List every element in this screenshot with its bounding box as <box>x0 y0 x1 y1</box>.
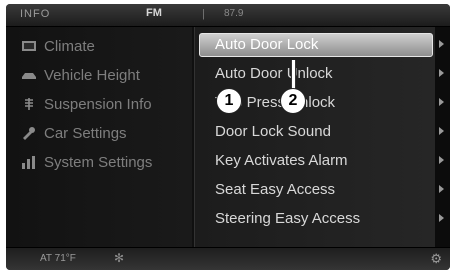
left-menu-item-climate[interactable]: Climate <box>20 35 95 57</box>
left-menu-item-label: Suspension Info <box>44 95 152 113</box>
chevron-right-icon[interactable] <box>439 69 444 77</box>
right-menu-item-label: Auto Door Lock <box>215 35 319 53</box>
right-menu: Auto Door Lock Auto Door Unlock Two Pres… <box>194 27 435 247</box>
left-menu-item-label: System Settings <box>44 153 153 171</box>
right-menu-item-auto-door-lock[interactable]: Auto Door Lock <box>215 32 318 56</box>
gear-icon[interactable]: ⚙ <box>430 251 442 267</box>
left-menu-item-system-settings[interactable]: System Settings <box>20 151 152 173</box>
left-menu-item-car-settings[interactable]: Car Settings <box>20 122 127 144</box>
status-bar: INFO FM | 87.9 <box>6 4 450 27</box>
bottom-status-bar: AT 71°F ✻ ⚙ <box>6 247 450 270</box>
chevron-right-icon[interactable] <box>439 40 444 48</box>
left-menu-item-label: Car Settings <box>44 124 127 142</box>
screen-bezel: INFO FM | 87.9 Climate Vehicle Height Su… <box>6 4 450 270</box>
radio-source-label: FM <box>146 7 162 19</box>
status-separator: | <box>202 8 205 20</box>
left-menu-item-label: Climate <box>44 37 95 55</box>
right-menu-item-label: Seat Easy Access <box>215 180 336 198</box>
left-menu-item-label: Vehicle Height <box>44 66 140 84</box>
climate-icon <box>20 39 38 53</box>
car-settings-icon <box>20 126 38 140</box>
left-menu-item-suspension-info[interactable]: Suspension Info <box>20 93 152 115</box>
chevron-right-icon[interactable] <box>439 127 444 135</box>
chevron-right-icon[interactable] <box>439 185 444 193</box>
submenu-arrow-column <box>435 27 450 247</box>
outside-temperature: AT 71°F <box>40 253 76 264</box>
right-menu-item-label: Steering Easy Access <box>215 209 361 227</box>
radio-frequency-label: 87.9 <box>224 8 244 19</box>
chevron-right-icon[interactable] <box>439 98 444 106</box>
right-menu-item-steering-easy-access[interactable]: Steering Easy Access <box>215 206 360 230</box>
suspension-icon <box>20 97 38 111</box>
right-menu-item-auto-door-unlock[interactable]: Auto Door Unlock <box>215 61 333 85</box>
info-label: INFO <box>20 8 51 20</box>
right-menu-item-label: Auto Door Unlock <box>215 64 333 82</box>
system-settings-icon <box>20 155 38 169</box>
left-menu: Climate Vehicle Height Suspension Info C… <box>6 27 192 247</box>
right-menu-item-seat-easy-access[interactable]: Seat Easy Access <box>215 177 335 201</box>
left-menu-item-vehicle-height[interactable]: Vehicle Height <box>20 64 140 86</box>
callout-marker-1: 1 <box>216 88 242 114</box>
callout-marker-2: 2 <box>280 88 306 114</box>
right-menu-item-label: Key Activates Alarm <box>215 151 348 169</box>
right-menu-item-key-activates-alarm[interactable]: Key Activates Alarm <box>215 148 348 172</box>
right-menu-item-door-lock-sound[interactable]: Door Lock Sound <box>215 119 331 143</box>
chevron-right-icon[interactable] <box>439 214 444 222</box>
chevron-right-icon[interactable] <box>439 156 444 164</box>
fan-icon[interactable]: ✻ <box>114 251 124 265</box>
right-menu-item-label: Door Lock Sound <box>215 122 331 140</box>
vehicle-height-icon <box>20 68 38 82</box>
